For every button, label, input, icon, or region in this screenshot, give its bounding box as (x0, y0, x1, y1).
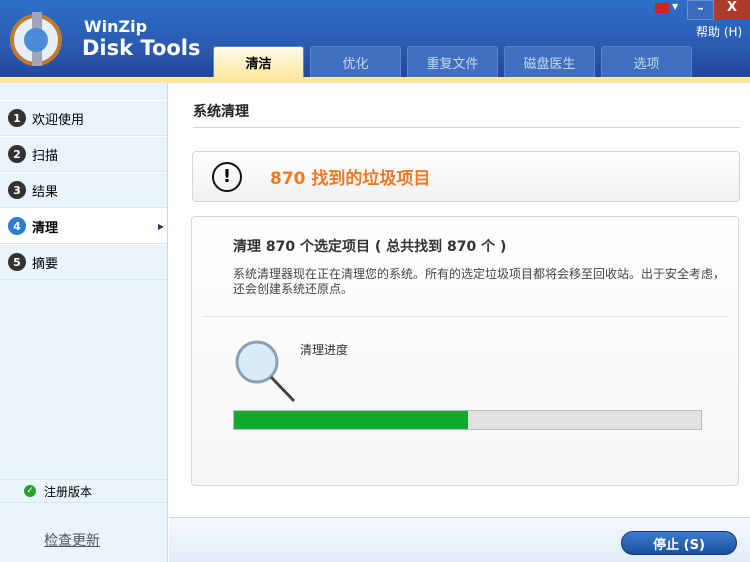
divider (193, 127, 740, 128)
progress-label: 清理进度 (300, 343, 349, 357)
chevron-right-icon: ▶ (157, 221, 164, 231)
sidebar-item-label: 结果 (32, 184, 59, 200)
check-update-link[interactable]: 检查更新 (44, 530, 100, 550)
panel-description: 系统清理器现在正在清理您的系统。所有的选定垃圾项目都将会移至回收站。出于安全考虑… (233, 267, 726, 296)
sidebar-item-clean[interactable]: 4 清理 ▶ (0, 208, 167, 244)
registered-label: 注册版本 (44, 484, 93, 499)
sidebar-item-summary[interactable]: 5 摘要 (0, 244, 167, 280)
step-number: 4 (8, 217, 26, 235)
stop-button[interactable]: 停止 (S) (621, 531, 737, 555)
sidebar-item-results[interactable]: 3 结果 (0, 172, 167, 208)
sidebar-item-welcome[interactable]: 1 欢迎使用 (0, 100, 167, 136)
step-number: 3 (8, 181, 26, 199)
help-menu[interactable]: 帮助 (H) (696, 23, 742, 40)
sidebar-item-scan[interactable]: 2 扫描 (0, 136, 167, 172)
close-button[interactable]: X (714, 0, 750, 20)
tab-optimize[interactable]: 优化 (310, 46, 401, 77)
page-title: 系统清理 (193, 104, 249, 120)
language-flag-icon[interactable] (655, 3, 669, 13)
sidebar-item-label: 欢迎使用 (32, 112, 85, 128)
cleaning-panel: 清理 870 个选定项目 ( 总共找到 870 个 ) 系统清理器现在正在清理您… (191, 216, 739, 486)
progress-bar (233, 410, 702, 430)
divider (202, 316, 727, 317)
winzip-logo-icon (10, 12, 62, 66)
progress-fill (234, 411, 468, 429)
registered-status: ✓ 注册版本 (0, 479, 167, 503)
junk-found-text: 870 找到的垃圾项目 (270, 169, 431, 189)
step-number: 2 (8, 145, 26, 163)
step-number: 1 (8, 109, 26, 127)
tab-duplicates[interactable]: 重复文件 (407, 46, 498, 77)
brand-disk-tools: Disk Tools (82, 36, 201, 60)
junk-found-banner: ! 870 找到的垃圾项目 (192, 151, 740, 202)
sidebar-item-label: 扫描 (32, 148, 59, 164)
tab-options[interactable]: 选项 (601, 46, 692, 77)
minimize-button[interactable]: – (687, 0, 714, 20)
title-bar: WinZip Disk Tools ▼ – X 帮助 (H) 清洁 优化 重复文… (0, 0, 750, 77)
tab-clean[interactable]: 清洁 (213, 46, 304, 77)
footer: 停止 (S) (169, 517, 750, 562)
sidebar-item-label: 清理 (32, 220, 59, 236)
sidebar: 1 欢迎使用 2 扫描 3 结果 4 清理 ▶ 5 摘要 ✓ 注册版本 检查更新 (0, 83, 168, 562)
exclamation-icon: ! (212, 161, 242, 192)
panel-title: 清理 870 个选定项目 ( 总共找到 870 个 ) (233, 239, 507, 255)
sidebar-item-label: 摘要 (32, 256, 59, 272)
tab-disk-doctor[interactable]: 磁盘医生 (504, 46, 595, 77)
step-number: 5 (8, 253, 26, 271)
check-icon: ✓ (24, 485, 36, 497)
brand-winzip: WinZip (84, 17, 148, 36)
magnifier-icon (235, 340, 296, 403)
language-dropdown-icon[interactable]: ▼ (672, 2, 678, 11)
